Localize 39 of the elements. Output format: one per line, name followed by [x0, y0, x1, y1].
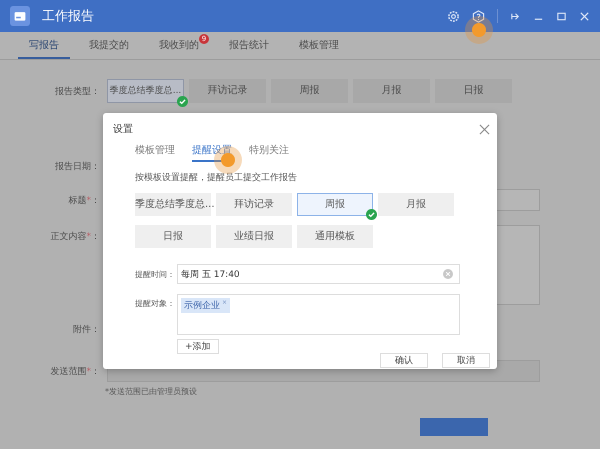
- template-option[interactable]: 季度总结季度总...: [135, 193, 211, 216]
- type-option[interactable]: 月报: [353, 79, 430, 103]
- tab[interactable]: 我提交的: [78, 32, 140, 59]
- type-option[interactable]: 周报: [271, 79, 348, 103]
- description-text: 按模板设置提醒，提醒员工提交工作报告: [135, 172, 298, 184]
- tab[interactable]: 模板管理: [135, 142, 175, 160]
- tab[interactable]: 报告统计: [218, 32, 280, 59]
- dialog-title: 设置: [113, 122, 133, 136]
- field-label: 发送范围*：: [50, 366, 100, 378]
- template-option[interactable]: 业绩日报: [216, 225, 292, 248]
- hint-text: *发送范围已由管理员预设: [105, 387, 197, 396]
- template-option[interactable]: 拜访记录: [216, 193, 292, 216]
- type-option[interactable]: 日报: [435, 79, 512, 103]
- field-label: 标题*：: [68, 194, 100, 206]
- time-field[interactable]: 每周 五 17:40: [177, 264, 460, 284]
- template-option[interactable]: 月报: [378, 193, 454, 216]
- maximize-icon[interactable]: [556, 10, 567, 22]
- field-label: 提醒对象：: [135, 298, 176, 309]
- field-label: 正文内容*：: [50, 230, 100, 243]
- confirm-button[interactable]: 确认: [380, 353, 428, 368]
- tab[interactable]: 特别关注: [249, 142, 289, 160]
- type-option[interactable]: 拜访记录: [189, 79, 266, 103]
- field-label: 提醒时间：: [135, 268, 176, 280]
- tab[interactable]: 模板管理: [288, 32, 350, 59]
- template-option[interactable]: 日报: [135, 225, 211, 248]
- pin-icon[interactable]: [510, 10, 521, 22]
- window-title: 工作报告: [42, 8, 94, 25]
- add-button[interactable]: +添加: [177, 339, 219, 354]
- field-label: 报告日期：: [54, 160, 100, 172]
- help-icon[interactable]: [472, 10, 485, 22]
- cancel-button[interactable]: 取消: [442, 353, 490, 368]
- settings-icon[interactable]: [447, 10, 460, 22]
- close-icon[interactable]: [479, 124, 490, 134]
- tab[interactable]: 写报告: [18, 32, 70, 59]
- field-label: 报告类型：: [54, 86, 100, 98]
- cursor-highlight: [472, 23, 486, 37]
- field-label: 附件：: [72, 324, 100, 336]
- template-option[interactable]: 通用模板: [297, 225, 373, 248]
- app-icon: [10, 6, 30, 26]
